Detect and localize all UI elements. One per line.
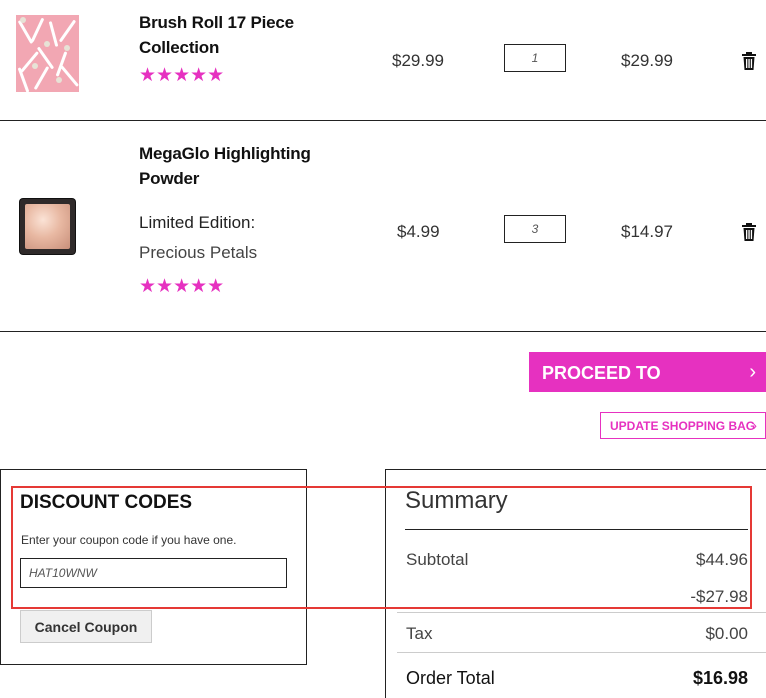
quantity-input[interactable] (504, 44, 566, 72)
trash-icon[interactable] (741, 52, 757, 70)
summary-divider (397, 652, 766, 653)
product-name[interactable]: MegaGlo Highlighting Powder (139, 141, 369, 191)
discount-help-text: Enter your coupon code if you have one. (21, 533, 237, 547)
summary-title: Summary (405, 487, 508, 514)
chevron-right-icon: › (752, 417, 757, 433)
chevron-right-icon: › (749, 361, 756, 383)
quantity-input[interactable] (504, 215, 566, 243)
unit-price: $29.99 (392, 51, 444, 70)
product-name-line: MegaGlo Highlighting (139, 144, 311, 163)
coupon-code-input[interactable]: HAT10WNW (20, 558, 287, 588)
unit-price: $4.99 (397, 222, 440, 241)
option-value: Precious Petals (139, 243, 258, 262)
order-total-value: $16.98 (692, 668, 748, 688)
discount-value: -$27.98 (690, 587, 748, 606)
order-total-label: Order Total (406, 668, 495, 688)
trash-icon[interactable] (741, 223, 757, 241)
proceed-to-checkout-button[interactable]: PROCEED TO CHECKOUT › (529, 352, 766, 423)
product-name-line: Brush Roll 17 Piece (139, 13, 294, 32)
tax-label: Tax (406, 624, 433, 643)
update-shopping-bag-button[interactable]: UPDATE SHOPPING BAG › (600, 412, 766, 439)
product-name[interactable]: Brush Roll 17 Piece Collection (139, 10, 369, 60)
product-name-line: Collection (139, 38, 220, 57)
discount-title: DISCOUNT CODES (20, 492, 193, 513)
option-label: Limited Edition: (139, 213, 256, 232)
highlighter-powder-product-image[interactable] (20, 199, 75, 254)
rating-stars: ★★★★★ (139, 65, 225, 86)
summary-divider (397, 612, 766, 613)
product-name-line: Powder (139, 169, 200, 188)
tax-value: $0.00 (705, 624, 748, 643)
line-subtotal: $14.97 (621, 222, 673, 241)
summary-divider (405, 529, 748, 530)
cancel-coupon-button[interactable]: Cancel Coupon (20, 610, 152, 643)
rating-stars: ★★★★★ (139, 276, 225, 297)
line-subtotal: $29.99 (621, 51, 673, 70)
subtotal-label: Subtotal (406, 550, 469, 569)
row-divider (0, 331, 766, 332)
row-divider (0, 120, 766, 121)
subtotal-value: $44.96 (696, 550, 748, 569)
brush-roll-product-image[interactable] (16, 15, 79, 92)
update-button-label: UPDATE SHOPPING BAG (610, 419, 756, 433)
